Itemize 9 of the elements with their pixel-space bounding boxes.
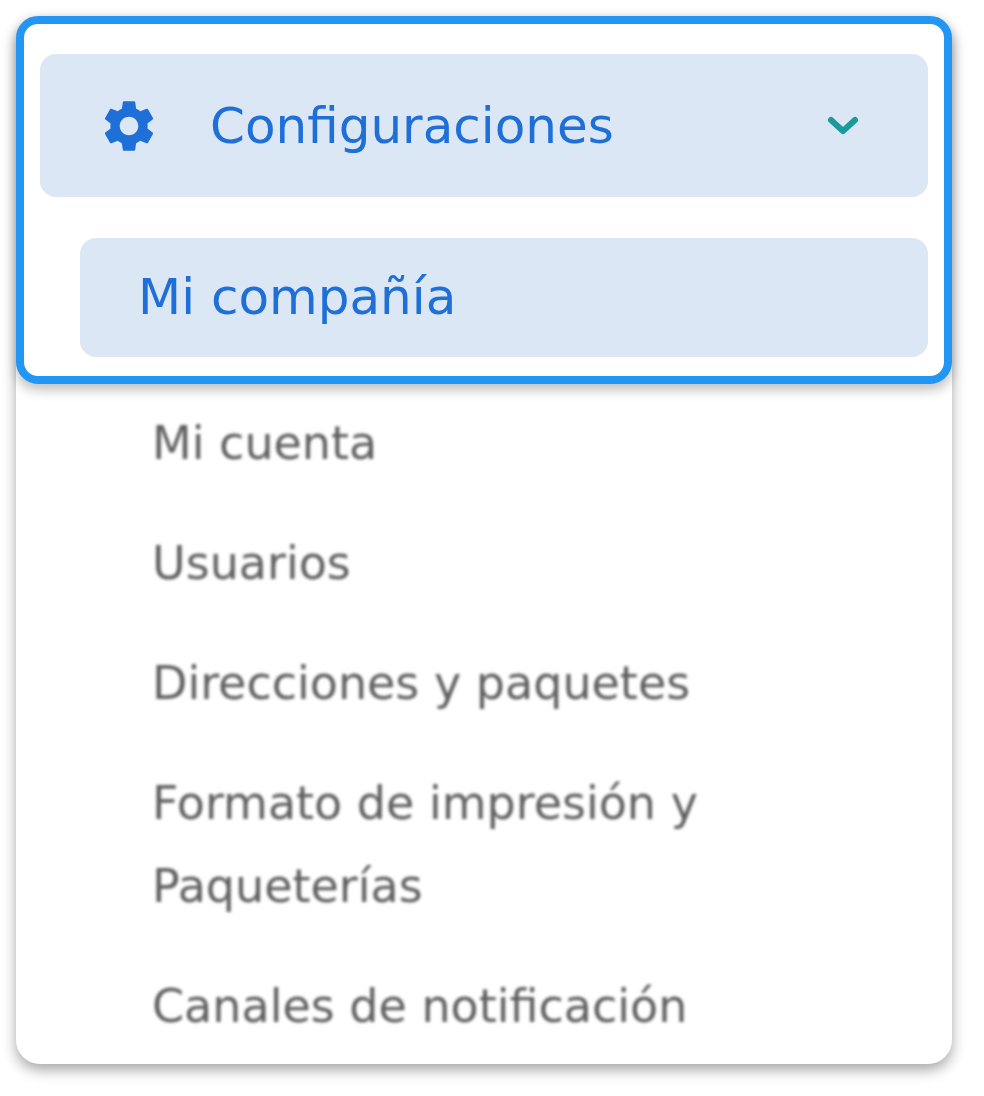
- menu-item[interactable]: Direcciones y paquetes: [56, 642, 842, 725]
- menu-item[interactable]: Mi cuenta: [56, 402, 842, 485]
- menu-title: Configuraciones: [210, 96, 615, 155]
- settings-menu-header[interactable]: Configuraciones: [40, 54, 928, 197]
- menu-item[interactable]: Canales de notificación: [56, 965, 842, 1048]
- menu-item[interactable]: Formato de impresión y Paqueterías: [56, 762, 842, 928]
- chevron-down-icon: [826, 114, 860, 137]
- menu-item[interactable]: Mi compañía: [80, 238, 928, 357]
- menu-item[interactable]: Usuarios: [56, 522, 842, 605]
